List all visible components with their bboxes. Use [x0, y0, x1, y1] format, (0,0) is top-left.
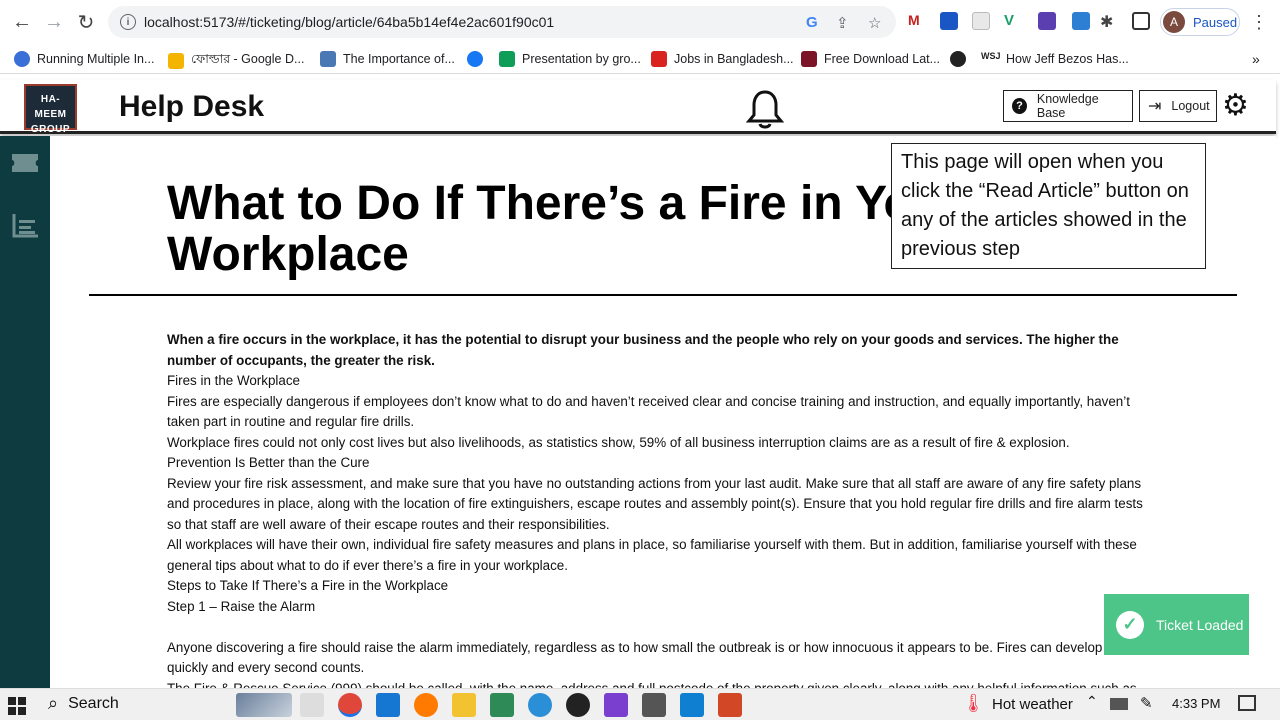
avatar: A	[1163, 11, 1185, 33]
star-icon[interactable]: ☆	[868, 14, 881, 32]
google-icon[interactable]: G	[806, 14, 818, 31]
article-paragraph: All workplaces will have their own, indi…	[167, 537, 1137, 573]
article-paragraph: Step 1 – Raise the Alarm	[167, 598, 316, 614]
mail-icon[interactable]	[376, 693, 400, 717]
share-icon[interactable]: ⇪	[836, 14, 849, 32]
thermometer-icon: 🌡	[962, 693, 985, 713]
extension-icon[interactable]	[1072, 12, 1090, 30]
vue-extension-icon[interactable]: V	[1004, 12, 1022, 30]
article-paragraph: The Fire & Rescue Service (999) should b…	[167, 680, 1137, 689]
facebook-icon	[467, 51, 483, 67]
profile-status: Paused	[1193, 14, 1238, 30]
bookmark-favicon-icon	[14, 51, 30, 67]
wsj-icon: WSJ	[981, 51, 1001, 67]
extension-icon[interactable]	[1038, 12, 1056, 30]
bell-icon[interactable]	[746, 88, 784, 130]
drive-icon	[499, 51, 515, 67]
bookmark-item[interactable]: WSJ How Jeff Bezos Has...	[981, 51, 1129, 67]
taskbar: ⌕ Search 🌡 Hot weather ⌃ ✎ 4:33 PM	[0, 688, 1280, 720]
company-logo[interactable]: HA-MEEM GROUP	[24, 84, 77, 135]
powerpoint-icon[interactable]	[718, 693, 742, 717]
browser-toolbar: ← → ↻ i localhost:5173/#/ticketing/blog/…	[0, 0, 1280, 44]
drive-icon	[168, 53, 184, 69]
search-icon: ⌕	[48, 693, 59, 713]
address-bar[interactable]: i localhost:5173/#/ticketing/blog/articl…	[108, 6, 896, 38]
app-title: Help Desk	[119, 90, 265, 123]
extensions-icon[interactable]: ✱	[1100, 12, 1118, 31]
task-view-icon[interactable]	[300, 693, 324, 717]
bookmark-item[interactable]	[950, 51, 973, 67]
question-icon: ?	[1012, 98, 1027, 114]
visual-studio-icon[interactable]	[604, 693, 628, 717]
forward-icon[interactable]: →	[40, 8, 68, 36]
search-highlight-image	[236, 693, 292, 717]
taskbar-search[interactable]: ⌕ Search	[48, 693, 119, 714]
menu-icon[interactable]: ⋮	[1245, 8, 1273, 36]
firefox-icon[interactable]	[414, 693, 438, 717]
windows-start-icon[interactable]	[8, 697, 26, 715]
annotation-callout: This page will open when you click the “…	[891, 143, 1206, 269]
file-explorer-icon[interactable]	[452, 693, 476, 717]
article-paragraph: Fires in the Workplace	[167, 373, 300, 388]
article-paragraph: Prevention Is Better than the Cure	[167, 455, 370, 470]
bookmark-item[interactable]: Free Download Lat...	[801, 51, 940, 67]
extension-icon[interactable]	[940, 12, 958, 30]
logout-icon: ⇥	[1148, 98, 1162, 115]
bookmark-item[interactable]: Jobs in Bangladesh...	[651, 51, 794, 67]
url-text: localhost:5173/#/ticketing/blog/article/…	[144, 14, 555, 30]
chevron-up-icon[interactable]: ⌃	[1086, 693, 1098, 710]
info-icon[interactable]: i	[120, 14, 136, 30]
gmail-extension-icon[interactable]: M	[908, 12, 926, 30]
toast-notification[interactable]: ✓ Ticket Loaded	[1104, 594, 1249, 655]
terminal-icon[interactable]	[642, 693, 666, 717]
reload-icon[interactable]: ↻	[72, 8, 100, 36]
network-icon[interactable]	[1110, 698, 1128, 710]
chrome-icon[interactable]	[338, 693, 362, 717]
edge-icon[interactable]	[528, 693, 552, 717]
article-paragraph: Anyone discovering a fire should raise t…	[167, 639, 1132, 676]
clock[interactable]: 4:33 PM	[1172, 696, 1220, 711]
article-paragraph: Fires are especially dangerous if employ…	[167, 393, 1130, 430]
back-icon[interactable]: ←	[8, 8, 36, 36]
check-icon: ✓	[1116, 610, 1144, 639]
title-divider	[89, 294, 1237, 296]
bookmarks-bar: Running Multiple In... ফোল্ডার - Google …	[0, 44, 1280, 74]
bookmark-item[interactable]	[467, 51, 490, 67]
bookmark-item[interactable]: Presentation by gro...	[499, 51, 641, 67]
bookmark-item[interactable]: Running Multiple In...	[14, 51, 154, 67]
app-header: HA-MEEM GROUP Help Desk ? Knowledge Base…	[0, 80, 1276, 135]
article-paragraph: Workplace fires could not only cost live…	[167, 434, 1070, 450]
profile-button[interactable]: A Paused	[1160, 8, 1240, 36]
article-paragraph: Steps to Take If There’s a Fire in the W…	[167, 578, 449, 593]
extension-icon[interactable]	[972, 12, 990, 30]
globe-icon	[950, 51, 966, 67]
knowledge-base-button[interactable]: ? Knowledge Base	[1003, 90, 1133, 122]
ticket-icon[interactable]	[10, 150, 40, 176]
app-icon[interactable]	[566, 693, 590, 717]
article-body: When a fire occurs in the workplace, it …	[167, 330, 1157, 688]
sidebar	[0, 136, 50, 688]
sidebar-icon[interactable]	[1132, 12, 1150, 30]
logout-button[interactable]: ⇥ Logout	[1139, 90, 1217, 122]
bookmark-favicon-icon	[320, 51, 336, 67]
bookmarks-overflow-icon[interactable]: »	[1252, 51, 1260, 67]
article-paragraph: Review your fire risk assessment, and ma…	[167, 475, 1143, 532]
gear-icon[interactable]: ⚙	[1222, 88, 1249, 123]
notification-icon[interactable]	[1238, 695, 1256, 711]
bookmark-item[interactable]: ফোল্ডার - Google D...	[168, 51, 304, 71]
bookmark-item[interactable]: The Importance of...	[320, 51, 455, 67]
pen-icon[interactable]: ✎	[1140, 694, 1153, 712]
report-icon[interactable]	[10, 212, 40, 238]
bookmark-favicon-icon	[801, 51, 817, 67]
bdjobs-icon	[651, 51, 667, 67]
vscode-icon[interactable]	[680, 693, 704, 717]
app-icon[interactable]	[490, 693, 514, 717]
toast-message: Ticket Loaded	[1156, 616, 1244, 633]
article-lead: When a fire occurs in the workplace, it …	[167, 332, 1119, 368]
weather-text[interactable]: Hot weather	[992, 696, 1073, 713]
